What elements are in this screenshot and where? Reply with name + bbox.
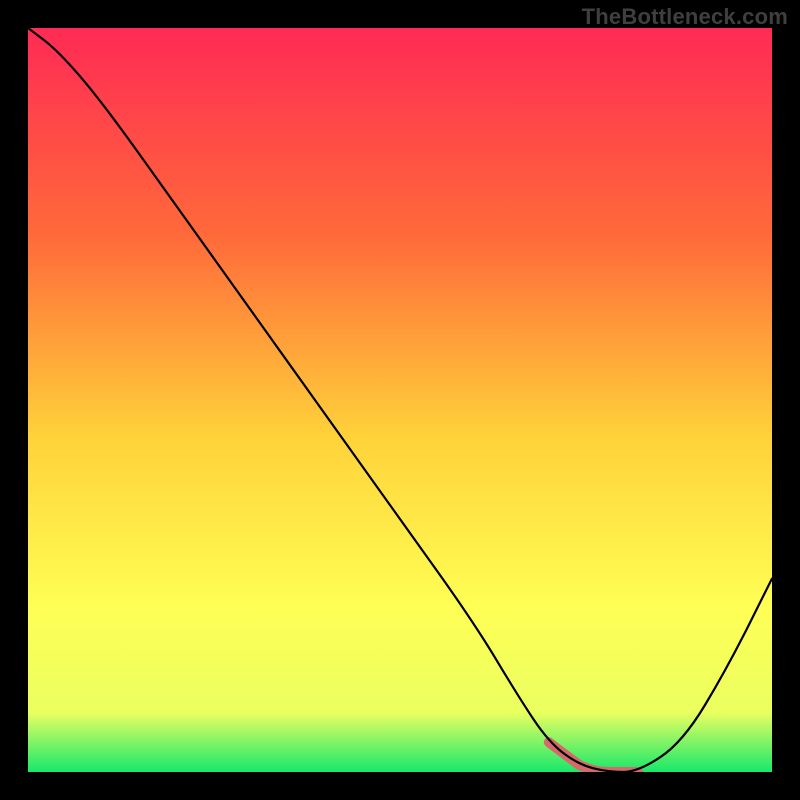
gradient-background	[28, 28, 772, 772]
chart-svg	[28, 28, 772, 772]
watermark-text: TheBottleneck.com	[582, 4, 788, 30]
chart-frame: TheBottleneck.com	[0, 0, 800, 800]
